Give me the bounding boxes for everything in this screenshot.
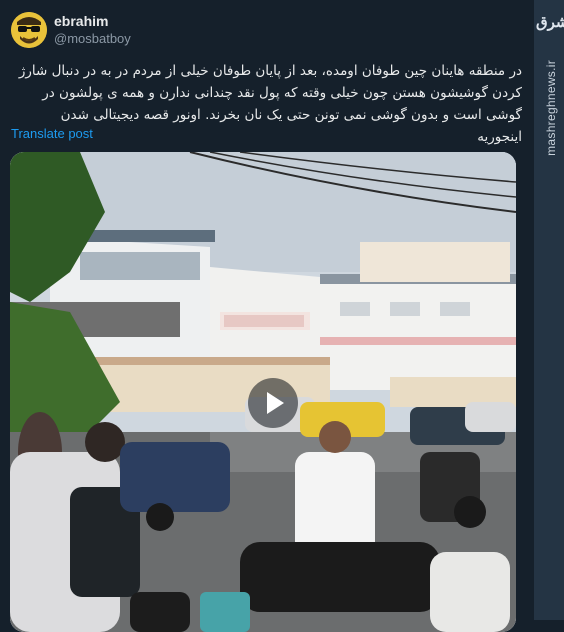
- avatar-sunglasses-icon: [11, 12, 47, 48]
- video-player[interactable]: [10, 152, 516, 632]
- watermark-strip: مشرق mashreghnews.ir: [534, 0, 564, 620]
- play-button[interactable]: [248, 378, 298, 428]
- translate-post-link[interactable]: Translate post: [11, 126, 93, 141]
- author-handle[interactable]: @mosbatboy: [54, 31, 131, 46]
- watermark-logo: مشرق: [536, 13, 564, 31]
- watermark-site: mashreghnews.ir: [544, 60, 558, 156]
- avatar[interactable]: [11, 12, 47, 48]
- play-icon: [267, 392, 284, 414]
- author-display-name[interactable]: ebrahim: [54, 13, 108, 29]
